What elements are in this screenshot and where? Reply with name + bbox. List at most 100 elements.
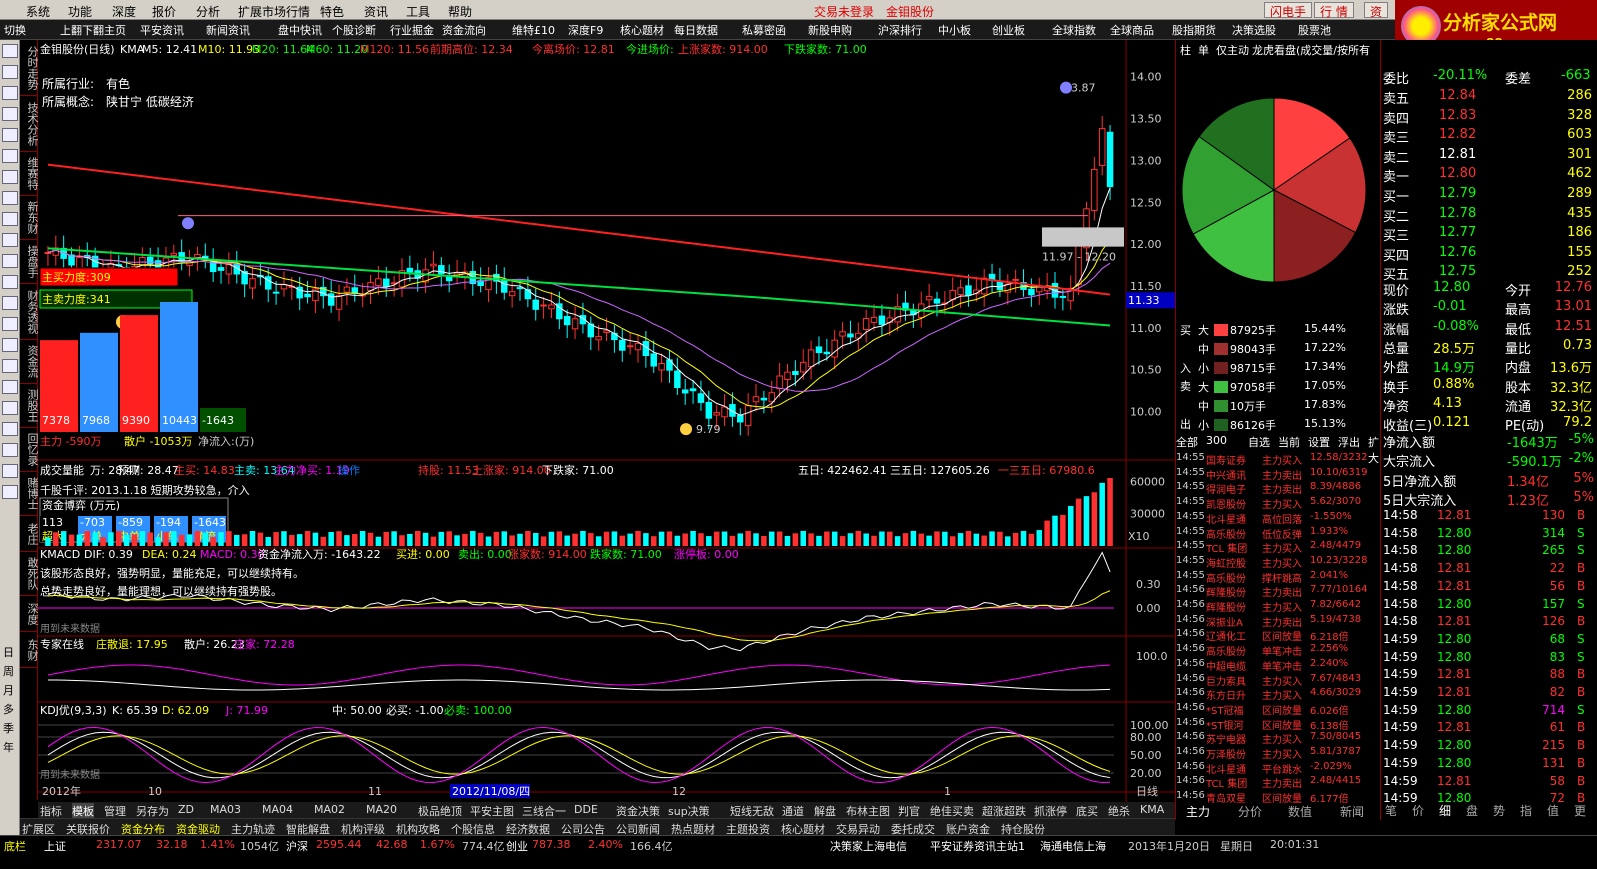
- tick-tab-2[interactable]: 细: [1439, 802, 1451, 819]
- info-button[interactable]: 资: [1364, 2, 1389, 19]
- kline-chart[interactable]: 金钼股份(日线) KMAM5: 12.41 M10: 11.93M20: 11.64…: [38, 40, 1175, 802]
- menu-analysis[interactable]: 分析: [196, 3, 220, 20]
- news-row[interactable]: 14:56 苏宁电器 主力买入 7.50/8045: [1176, 731, 1381, 746]
- tool-icon-16[interactable]: [2, 380, 18, 394]
- tool-icon-14[interactable]: [2, 338, 18, 352]
- news-row[interactable]: 14:56 万泽股份 主力买入 5.81/3787: [1176, 746, 1381, 761]
- news-row[interactable]: 14:56 深振业A 主力卖出 5.19/4738: [1176, 614, 1381, 629]
- bid-row-2[interactable]: 买三 12.77 186: [1381, 225, 1597, 244]
- bid-row-1[interactable]: 买二 12.78 435: [1381, 206, 1597, 225]
- toolbar-18[interactable]: 全球商品: [1108, 22, 1156, 38]
- news-row[interactable]: 14:56 辉隆股份 主力卖出 7.77/10164: [1176, 584, 1381, 599]
- quote-button[interactable]: 行 情: [1314, 2, 1354, 19]
- toolbar-13[interactable]: 新股申购: [806, 22, 854, 38]
- tool-icon-15[interactable]: [2, 359, 18, 373]
- period-0[interactable]: 日: [3, 644, 14, 660]
- menu-depth[interactable]: 深度: [112, 3, 136, 20]
- filter-5[interactable]: 浮出: [1338, 434, 1360, 450]
- tool-icon-17[interactable]: [2, 401, 18, 415]
- news-row[interactable]: 14:55 北斗星通 高位回落 -1.550%: [1176, 511, 1381, 526]
- vtab-5[interactable]: 财务透视: [20, 284, 39, 340]
- ind-tab-1[interactable]: 模板: [72, 803, 94, 819]
- toolbar-9[interactable]: 深度F9: [566, 22, 605, 38]
- mid-bottom-tab-1[interactable]: 分价: [1238, 803, 1262, 820]
- menu-quote[interactable]: 报价: [152, 3, 176, 20]
- tick-tab-4[interactable]: 势: [1493, 802, 1505, 819]
- toolbar-20[interactable]: 决策选股: [1230, 22, 1278, 38]
- menu-news[interactable]: 资讯: [364, 3, 388, 20]
- vtab-0[interactable]: 分时走势: [20, 40, 39, 96]
- ind-tab-7[interactable]: MA02: [314, 803, 345, 816]
- ind-tab-6[interactable]: MA04: [262, 803, 293, 816]
- menu-system[interactable]: 系统: [26, 3, 50, 20]
- news-row[interactable]: 14:56 青岛双星 区间放量 6.177倍: [1176, 790, 1381, 805]
- filter-1[interactable]: 300: [1206, 434, 1227, 447]
- toolbar-15[interactable]: 中小板: [936, 22, 973, 38]
- mid-bottom-tab-0[interactable]: 主力: [1186, 803, 1210, 820]
- vtab-6[interactable]: 资金流: [20, 340, 39, 384]
- vtab-11[interactable]: 敢死队: [20, 552, 39, 596]
- tool-icon-3[interactable]: [2, 107, 18, 121]
- ind-tab-11[interactable]: 三线合一: [522, 803, 566, 819]
- tool-icon-11[interactable]: [2, 275, 18, 289]
- toolbar-6[interactable]: 行业掘金: [388, 22, 436, 38]
- ind-tab-15[interactable]: 短线无敌: [730, 803, 774, 819]
- ind-tab-17[interactable]: 解盘: [814, 803, 836, 819]
- tool-icon-20[interactable]: [2, 464, 18, 478]
- tool-icon-21[interactable]: [2, 485, 18, 499]
- vtab-1[interactable]: 技术分析: [20, 96, 39, 152]
- toolbar-2[interactable]: 平安资讯: [138, 22, 186, 38]
- menu-ext-market[interactable]: 扩展市场行情: [238, 3, 310, 20]
- ask-row-4[interactable]: 卖一 12.80 462: [1381, 166, 1597, 185]
- news-row[interactable]: 14:55 中兴通讯 主力卖出 10.10/6319: [1176, 467, 1381, 482]
- ask-row-2[interactable]: 卖三 12.82 603: [1381, 127, 1597, 146]
- toolbar-7[interactable]: 资金流向: [440, 22, 488, 38]
- news-row[interactable]: 14:55 高乐股份 撑杆跳高 2.041%: [1176, 570, 1381, 585]
- ind-tab-8[interactable]: MA20: [366, 803, 397, 816]
- news-row[interactable]: 14:56 东方日升 主力买入 4.66/3029: [1176, 687, 1381, 702]
- menu-feature[interactable]: 特色: [320, 3, 344, 20]
- ask-row-0[interactable]: 卖五 12.84 286: [1381, 88, 1597, 107]
- bid-row-0[interactable]: 买一 12.79 289: [1381, 186, 1597, 205]
- tool-icon-19[interactable]: [2, 443, 18, 457]
- toolbar-0[interactable]: 切换: [2, 22, 28, 38]
- tick-tab-0[interactable]: 笔: [1385, 802, 1397, 819]
- toolbar-5[interactable]: 个股诊断: [330, 22, 378, 38]
- news-row[interactable]: 14:56 巨力索具 主力买入 7.67/4843: [1176, 673, 1381, 688]
- toolbar-17[interactable]: 全球指数: [1050, 22, 1098, 38]
- tool-icon-5[interactable]: [2, 149, 18, 163]
- tool-icon-8[interactable]: [2, 212, 18, 226]
- flash-button[interactable]: 闪电手: [1264, 2, 1313, 19]
- filter-0[interactable]: 全部: [1176, 434, 1198, 450]
- toolbar-11[interactable]: 每日数据: [672, 22, 720, 38]
- news-row[interactable]: 14:56 高乐股份 单笔冲击 2.256%: [1176, 643, 1381, 658]
- tool-icon-6[interactable]: [2, 170, 18, 184]
- vtab-10[interactable]: 老庄: [20, 516, 39, 552]
- news-row[interactable]: 14:55 凯恩股份 主力买入 5.62/3070: [1176, 496, 1381, 511]
- ind-tab-16[interactable]: 通道: [782, 803, 804, 819]
- toolbar-4[interactable]: 盘中快讯: [276, 22, 324, 38]
- toolbar-10[interactable]: 核心题材: [618, 22, 666, 38]
- toolbar-1[interactable]: 上翻下翻主页: [58, 22, 128, 38]
- news-row[interactable]: 14:56 TCL 集团 主力卖出 2.48/4415: [1176, 775, 1381, 790]
- vtab-12[interactable]: 深度: [20, 596, 39, 632]
- menu-help[interactable]: 帮助: [448, 3, 472, 20]
- tool-icon-13[interactable]: [2, 317, 18, 331]
- news-row[interactable]: 14:55 TCL 集团 主力买入 2.48/4479: [1176, 540, 1381, 555]
- toolbar-3[interactable]: 新闻资讯: [204, 22, 252, 38]
- ind-tab-5[interactable]: MA03: [210, 803, 241, 816]
- tool-icon-12[interactable]: [2, 296, 18, 310]
- period-4[interactable]: 季: [3, 720, 14, 736]
- tool-icon-18[interactable]: [2, 422, 18, 436]
- toolbar-12[interactable]: 私募密函: [740, 22, 788, 38]
- ind-tab-10[interactable]: 平安主图: [470, 803, 514, 819]
- toolbar-21[interactable]: 股票池: [1296, 22, 1333, 38]
- ind-tab-19[interactable]: 判官: [898, 803, 920, 819]
- news-row[interactable]: 14:55 国寿证券 主力买入 12.58/3232: [1176, 452, 1381, 467]
- ind-tab-3[interactable]: 另存为: [136, 803, 169, 819]
- news-row[interactable]: 14:56 *ST冠福 区间放量 6.026倍: [1176, 702, 1381, 717]
- mid-bottom-tab-3[interactable]: 新闻: [1340, 803, 1364, 820]
- vtab-2[interactable]: 维赛特: [20, 152, 39, 196]
- vtab-8[interactable]: 回忆录: [20, 428, 39, 472]
- tool-icon-2[interactable]: [2, 86, 18, 100]
